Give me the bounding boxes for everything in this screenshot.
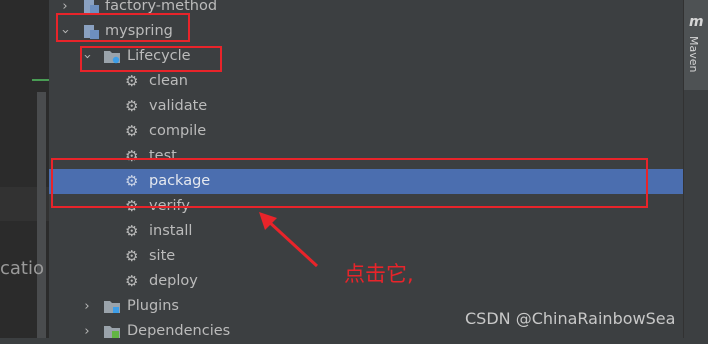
- annotation-box-myspring: [56, 13, 190, 42]
- editor-scrollbar[interactable]: [37, 92, 46, 338]
- gear-icon: ⚙: [125, 97, 139, 115]
- annotation-text: 点击它,: [344, 262, 414, 286]
- chevron-right-icon[interactable]: ›: [81, 319, 93, 344]
- dependencies-folder-icon: [104, 326, 120, 338]
- editor-gutter-panel: [0, 0, 49, 338]
- tree-goal-install[interactable]: ⚙ install: [49, 219, 683, 244]
- annotation-box-package: [51, 158, 648, 208]
- gear-icon: ⚙: [125, 72, 139, 90]
- maven-tool-tab[interactable]: m Maven: [684, 0, 708, 90]
- goal-label: compile: [149, 123, 207, 139]
- goal-label: clean: [149, 73, 188, 89]
- tree-node-label: Dependencies: [127, 323, 231, 339]
- tree-goal-validate[interactable]: ⚙ validate: [49, 94, 683, 119]
- annotation-box-lifecycle: [80, 46, 222, 72]
- maven-tab-label: Maven: [687, 36, 700, 73]
- gear-icon: ⚙: [125, 247, 139, 265]
- maven-m-icon: m: [689, 14, 704, 30]
- editor-indicator-line: [32, 79, 49, 81]
- gear-icon: ⚙: [125, 122, 139, 140]
- goal-label: install: [149, 223, 193, 239]
- gear-icon: ⚙: [125, 272, 139, 290]
- goal-label: deploy: [149, 273, 198, 289]
- goal-label: validate: [149, 98, 208, 114]
- editor-cutoff-text: catio: [0, 258, 44, 279]
- annotation-arrow-icon: [259, 212, 319, 268]
- plugins-folder-icon: [104, 301, 120, 313]
- chevron-right-icon[interactable]: ›: [81, 294, 93, 319]
- tree-goal-compile[interactable]: ⚙ compile: [49, 119, 683, 144]
- tree-goal-clean[interactable]: ⚙ clean: [49, 69, 683, 94]
- goal-label: site: [149, 248, 176, 264]
- watermark-text: CSDN @ChinaRainbowSea: [465, 309, 676, 328]
- tree-node-label: Plugins: [127, 298, 179, 314]
- right-tool-strip: m Maven: [683, 0, 708, 338]
- gear-icon: ⚙: [125, 222, 139, 240]
